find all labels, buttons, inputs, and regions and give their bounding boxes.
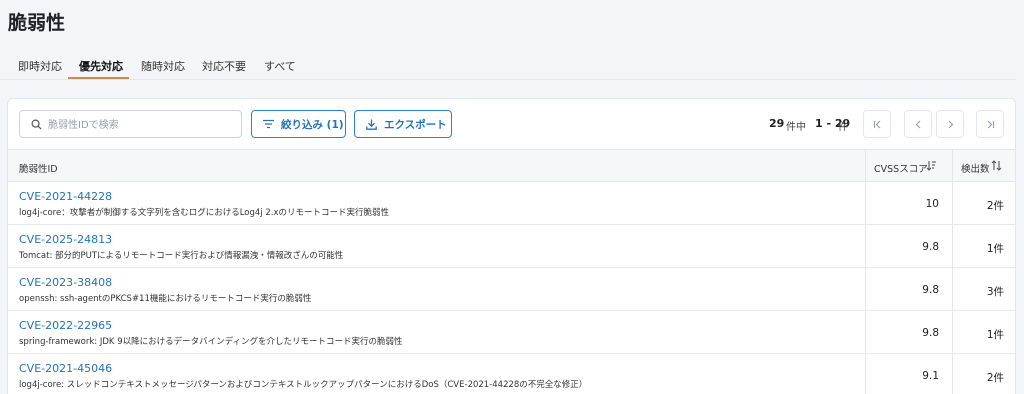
chevron-left-icon — [915, 120, 920, 128]
page-title: 脆弱性 — [8, 12, 66, 34]
export-button-label: エクスポート — [384, 118, 447, 131]
column-header-id[interactable]: 脆弱性ID — [19, 161, 58, 175]
cve-id-link[interactable]: CVE-2022-22965 — [19, 319, 112, 332]
filter-button-label: 絞り込み (1) — [281, 118, 344, 131]
cve-description: log4j-core：攻撃者が制御する文字列を含むログにおけるLog4j 2.x… — [19, 208, 390, 218]
cvss-score: 9.1 — [922, 370, 939, 382]
cve-description: openssh: ssh-agentのPKCS#11機能におけるリモートコード実… — [19, 294, 312, 304]
cve-description: log4j-core: スレッドコンテキストメッセージパターンおよびコンテキスト… — [19, 380, 588, 390]
table-row[interactable]: CVE-2025-24813 Tomcat: 部分的PUTによるリモートコード実… — [8, 225, 1015, 268]
sort-desc-icon[interactable] — [926, 160, 937, 171]
detection-count: 2件 — [986, 200, 1004, 212]
active-tab-indicator — [68, 77, 129, 79]
detection-count: 2件 — [986, 372, 1004, 384]
pagination-total: 29 — [769, 117, 785, 130]
first-page-icon — [873, 120, 880, 128]
detection-count: 1件 — [986, 243, 1004, 255]
cvss-score: 9.8 — [922, 284, 939, 296]
cve-id-link[interactable]: CVE-2025-24813 — [19, 233, 112, 246]
cvss-score: 10 — [925, 198, 939, 210]
filter-button[interactable]: 絞り込み (1) — [251, 110, 346, 138]
tab-priority[interactable]: 優先対応 — [79, 58, 123, 74]
detection-count: 1件 — [986, 329, 1004, 341]
column-header-count[interactable]: 検出数 — [961, 161, 990, 175]
table-row[interactable]: CVE-2021-44228 log4j-core：攻撃者が制御する文字列を含む… — [8, 182, 1015, 225]
cve-id-link[interactable]: CVE-2023-38408 — [19, 276, 112, 289]
table-row[interactable]: CVE-2022-22965 spring-framework: JDK 9以降… — [8, 311, 1015, 354]
table-row[interactable]: CVE-2023-38408 openssh: ssh-agentのPKCS#1… — [8, 268, 1015, 311]
cve-id-link[interactable]: CVE-2021-44228 — [19, 190, 112, 203]
cvss-score: 9.8 — [922, 327, 939, 339]
cve-description: Tomcat: 部分的PUTによるリモートコード実行および情報漏洩・情報改ざんの… — [19, 251, 344, 261]
cve-description: spring-framework: JDK 9以降におけるデータバインディングを… — [19, 337, 403, 347]
chevron-right-icon — [948, 120, 953, 128]
tab-all[interactable]: すべて — [264, 58, 296, 74]
download-icon — [366, 119, 377, 130]
tab-immediate[interactable]: 即時対応 — [18, 58, 62, 74]
detection-count: 3件 — [986, 286, 1004, 298]
search-box[interactable] — [19, 110, 242, 138]
prev-page-button[interactable] — [904, 110, 932, 138]
export-button[interactable]: エクスポート — [354, 110, 452, 138]
table-row[interactable]: CVE-2021-45046 log4j-core: スレッドコンテキストメッセ… — [8, 354, 1015, 394]
tab-bar: 即時対応 優先対応 随時対応 対応不要 すべて — [0, 52, 1016, 80]
last-page-button[interactable] — [976, 110, 1004, 138]
first-page-button[interactable] — [863, 110, 891, 138]
cvss-score: 9.8 — [922, 241, 939, 253]
search-icon — [31, 119, 42, 130]
column-header-score[interactable]: CVSSスコア — [874, 161, 928, 175]
search-input[interactable] — [48, 116, 236, 134]
cve-id-link[interactable]: CVE-2021-45046 — [19, 362, 112, 375]
filter-icon — [263, 119, 274, 129]
vulnerability-card: 絞り込み (1) エクスポート 29 件中 1 - 29 件 — [7, 98, 1016, 394]
next-page-button[interactable] — [936, 110, 964, 138]
pagination-total-unit: 件中 — [786, 122, 806, 133]
last-page-icon — [987, 120, 994, 128]
sort-both-icon[interactable] — [991, 160, 1002, 171]
pagination-range-unit: 件 — [838, 122, 848, 133]
tab-as-needed[interactable]: 随時対応 — [141, 58, 185, 74]
tab-not-required[interactable]: 対応不要 — [202, 58, 246, 74]
